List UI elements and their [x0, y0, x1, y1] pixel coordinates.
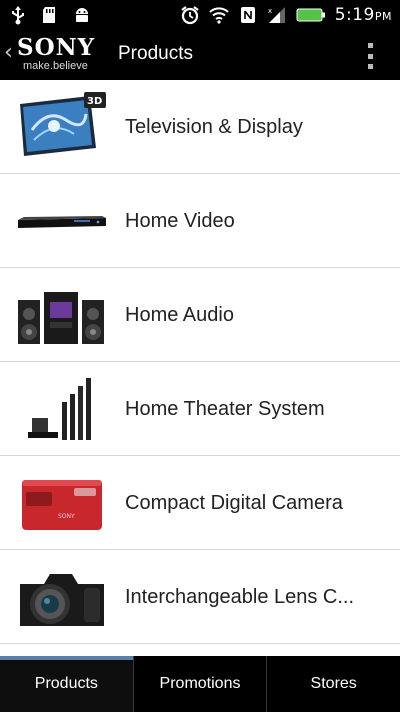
brand-tagline: make.believe	[23, 60, 88, 72]
clock-time: 5:19	[334, 5, 375, 25]
blu-ray-player-icon	[18, 216, 106, 228]
clock: 5:19PM	[335, 5, 392, 25]
usb-icon	[12, 6, 24, 25]
product-list[interactable]: 3D Television & Display Home Video Home …	[0, 80, 400, 656]
alarm-clock-icon	[181, 6, 199, 25]
list-item-label: Home Audio	[125, 303, 234, 326]
list-item-label: Home Theater System	[125, 397, 325, 420]
sony-logo[interactable]: SONY make.believe	[17, 34, 96, 73]
tab-promotions[interactable]: Promotions	[132, 656, 267, 712]
back-chevron-icon[interactable]: ‹	[4, 40, 13, 66]
android-debug-icon	[76, 8, 88, 22]
list-item-label: Home Video	[125, 209, 235, 232]
home-audio-system-icon	[18, 292, 104, 344]
home-theater-icon	[28, 378, 91, 440]
status-right-icons: x 5:19PM	[180, 5, 392, 25]
tab-stores[interactable]: Stores	[266, 656, 400, 712]
clock-ampm: PM	[374, 10, 392, 23]
list-item-home-video[interactable]: Home Video	[0, 174, 400, 268]
dslr-camera-icon	[20, 574, 104, 626]
list-item-compact-camera[interactable]: SONY Compact Digital Camera	[0, 456, 400, 550]
compact-camera-icon: SONY	[22, 480, 102, 530]
sd-card-icon	[43, 7, 55, 23]
list-item-television-display[interactable]: 3D Television & Display	[0, 80, 400, 174]
list-item-label: Television & Display	[125, 115, 303, 138]
list-item-label: Interchangeable Lens C...	[125, 585, 355, 608]
status-bar: x 5:19PM	[0, 0, 400, 30]
3d-badge: 3D	[87, 96, 102, 107]
list-item-interchangeable-lens[interactable]: Interchangeable Lens C...	[0, 550, 400, 644]
bottom-tab-bar: Products Promotions Stores	[0, 656, 400, 712]
nfc-icon	[240, 7, 255, 23]
svg-text:SONY: SONY	[58, 513, 75, 520]
television-icon: 3D	[20, 92, 106, 156]
list-item-label: Compact Digital Camera	[125, 491, 343, 514]
wifi-icon	[208, 7, 229, 24]
svg-text:x: x	[268, 7, 272, 15]
page-title: Products	[118, 43, 193, 64]
tab-products[interactable]: Products	[0, 656, 133, 712]
list-item-home-theater[interactable]: Home Theater System	[0, 362, 400, 456]
action-bar: ‹ SONY make.believe Products	[0, 30, 400, 80]
overflow-menu-icon[interactable]	[366, 43, 374, 69]
status-left-icons	[8, 5, 92, 25]
battery-icon	[296, 8, 325, 22]
signal-icon: x	[268, 7, 285, 23]
brand-wordmark: SONY	[17, 34, 96, 61]
list-item-home-audio[interactable]: Home Audio	[0, 268, 400, 362]
